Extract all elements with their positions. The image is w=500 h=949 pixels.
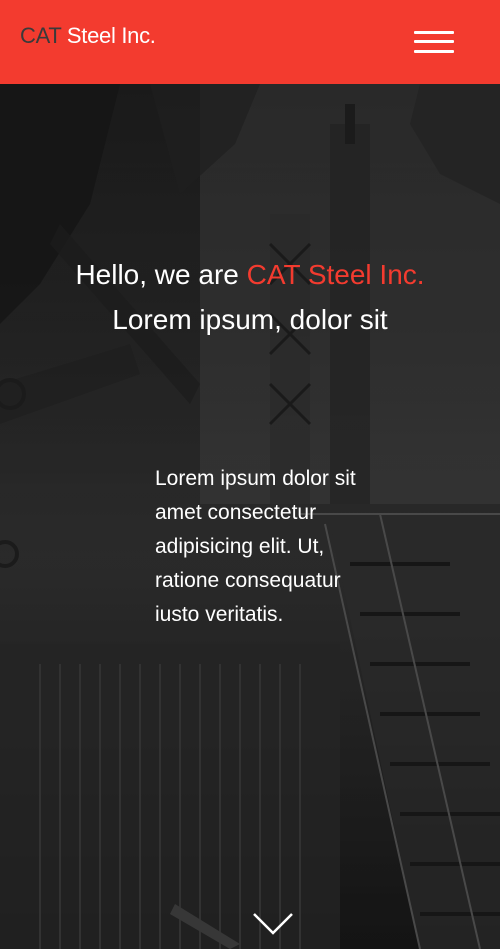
hero-headline: Hello, we are CAT Steel Inc. Lorem ipsum… (60, 252, 440, 342)
menu-bar-middle (414, 40, 454, 43)
hero-section: Hello, we are CAT Steel Inc. Lorem ipsum… (0, 84, 500, 949)
hero-company-name: CAT Steel Inc. (246, 259, 425, 290)
chevron-down-icon[interactable] (252, 912, 294, 936)
hero-description: Lorem ipsum dolor sit amet consectetur a… (155, 467, 356, 626)
brand-logo[interactable]: CAT Steel Inc. (20, 22, 156, 50)
hero-greeting: Hello, we are (75, 259, 247, 290)
brand-prefix: CAT (20, 23, 62, 48)
navbar: CAT Steel Inc. (0, 0, 500, 84)
hero-tagline: Lorem ipsum, dolor sit (112, 304, 388, 335)
menu-bar-top (414, 31, 454, 34)
menu-bar-bottom (414, 50, 454, 53)
hamburger-menu-icon[interactable] (414, 29, 454, 55)
brand-suffix: Steel Inc. (61, 23, 156, 48)
